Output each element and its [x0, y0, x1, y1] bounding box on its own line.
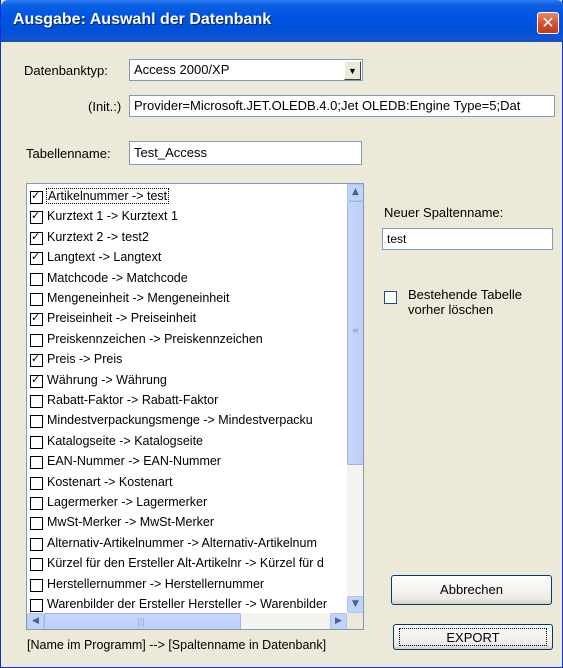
list-item-label: MwSt-Merker -> MwSt-Merker	[47, 515, 215, 530]
mapping-hint: [Name im Programm] --> [Spaltenname in D…	[27, 638, 327, 652]
table-name-value: Test_Access	[134, 145, 207, 160]
list-item-label: EAN-Nummer -> EAN-Nummer	[47, 454, 221, 469]
title-bar[interactable]: Ausgabe: Auswahl der Datenbank ✕	[1, 0, 563, 42]
list-item-label: Mengeneinheit -> Mengeneinheit	[47, 291, 230, 305]
new-column-value: test	[387, 232, 407, 246]
close-button[interactable]: ✕	[537, 12, 559, 34]
list-item-checkbox[interactable]	[30, 352, 43, 368]
list-item-label: Preis -> Preis	[47, 352, 123, 367]
list-item-label: Preiskennzeichen -> Preiskennzeichen	[47, 331, 263, 346]
init-string-input[interactable]: Provider=Microsoft.JET.OLEDB.4.0;Jet OLE…	[129, 95, 555, 117]
list-item-label: Rabatt-Faktor -> Rabatt-Faktor	[47, 393, 219, 407]
list-item-label: Kostenart -> Kostenart	[47, 474, 173, 489]
horizontal-scroll-thumb[interactable]: |||	[44, 613, 241, 629]
list-item-checkbox[interactable]	[30, 395, 43, 408]
list-item-label: Matchcode -> Matchcode	[47, 270, 188, 285]
scrollbar-corner	[347, 613, 363, 629]
list-item-label: Alternativ-Artikelnummer -> Alternativ-A…	[47, 535, 317, 550]
init-string-value: Provider=Microsoft.JET.OLEDB.4.0;Jet OLE…	[134, 98, 521, 113]
db-type-value: Access 2000/XP	[134, 62, 230, 77]
table-name-label: Tabellenname:	[26, 146, 111, 161]
db-type-select[interactable]: Access 2000/XP ▼	[129, 59, 363, 81]
list-item-checkbox[interactable]	[30, 333, 43, 347]
list-item-label: Katalogseite -> Katalogseite	[47, 433, 204, 448]
list-item-checkbox[interactable]	[30, 578, 43, 592]
cancel-button[interactable]: Abbrechen	[391, 575, 552, 605]
new-column-input[interactable]: test	[382, 228, 553, 250]
vertical-scrollbar[interactable]: ▲ ≡ ▼	[347, 184, 363, 613]
list-item-label: Mindestverpackungsmenge -> Mindestverpac…	[47, 413, 313, 428]
scroll-up-icon[interactable]: ▲	[347, 184, 363, 201]
export-button[interactable]: EXPORT	[393, 624, 553, 650]
db-type-label: Datenbanktyp:	[24, 63, 108, 78]
delete-existing-checkbox[interactable]	[384, 291, 397, 304]
new-column-label: Neuer Spaltenname:	[384, 205, 504, 220]
list-item-checkbox[interactable]	[30, 311, 43, 327]
list-item-checkbox[interactable]	[30, 209, 43, 225]
list-item-checkbox[interactable]	[30, 537, 43, 551]
list-item-label: Lagermerker -> Lagermerker	[47, 495, 208, 509]
list-item-label: Herstellernummer -> Herstellernummer	[47, 576, 265, 591]
list-item-label: Langtext -> Langtext	[47, 250, 162, 265]
column-mapping-list[interactable]: Artikelnummer -> test Kurztext 1 -> Kurzt…	[26, 183, 364, 630]
init-label: (Init.:)	[88, 99, 122, 114]
list-item-label: Währung -> Währung	[47, 372, 167, 387]
list-item-label: Preiseinheit -> Preiseinheit	[47, 311, 197, 326]
list-item-checkbox[interactable]	[30, 250, 43, 266]
chevron-down-icon[interactable]: ▼	[344, 61, 361, 80]
horizontal-scrollbar[interactable]: ◀ ||| ▶	[27, 613, 347, 629]
list-item-checkbox[interactable]	[30, 456, 43, 470]
close-icon: ✕	[541, 13, 555, 32]
list-item-checkbox[interactable]	[30, 435, 43, 449]
list-item-checkbox[interactable]	[30, 497, 43, 510]
dialog-window: Ausgabe: Auswahl der Datenbank ✕ Datenba…	[0, 0, 563, 668]
list-item-checkbox[interactable]	[30, 293, 43, 306]
scroll-right-icon[interactable]: ▶	[330, 613, 347, 629]
list-item-label: Kürzel für den Ersteller Alt-Artikelnr -…	[47, 556, 324, 571]
scroll-left-icon[interactable]: ◀	[27, 613, 44, 629]
list-item-checkbox[interactable]	[30, 272, 43, 286]
list-item-label: Kurztext 1 -> Kurztext 1	[47, 209, 178, 224]
list-item-checkbox[interactable]	[30, 599, 43, 612]
list-item-label: Kurztext 2 -> test2	[47, 229, 149, 244]
delete-existing-label-line2: vorher löschen	[408, 302, 494, 317]
list-item-checkbox[interactable]	[30, 415, 43, 429]
list-item-checkbox[interactable]	[30, 517, 43, 531]
scroll-down-icon[interactable]: ▼	[347, 596, 363, 613]
list-item-checkbox[interactable]	[30, 373, 43, 388]
delete-existing-label-line1: Bestehende Tabelle	[408, 287, 522, 302]
vertical-scroll-thumb[interactable]: ≡	[347, 201, 363, 465]
list-item-checkbox[interactable]	[30, 230, 43, 245]
list-item-checkbox[interactable]	[30, 558, 43, 572]
list-item-label: Warenbilder der Ersteller Hersteller -> …	[47, 597, 328, 611]
window-title: Ausgabe: Auswahl der Datenbank	[13, 11, 272, 28]
list-item-label: Artikelnummer -> test	[46, 188, 170, 204]
table-name-input[interactable]: Test_Access	[129, 141, 362, 165]
export-label: EXPORT	[399, 628, 547, 646]
list-item-checkbox[interactable]	[30, 189, 43, 204]
list-item-checkbox[interactable]	[30, 476, 43, 490]
